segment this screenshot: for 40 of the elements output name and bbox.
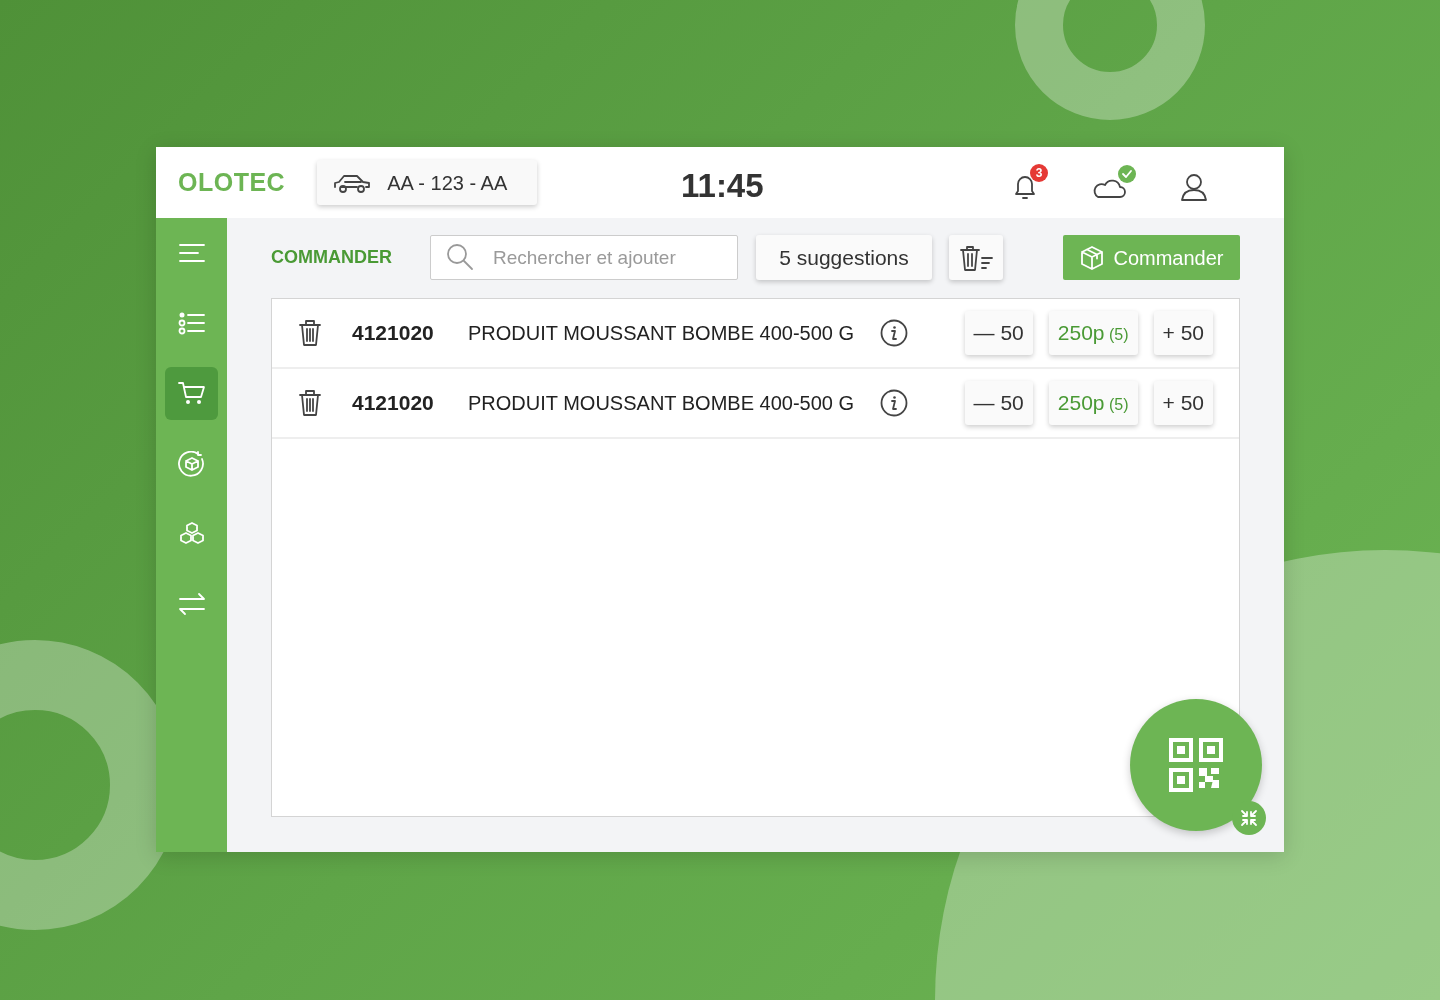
trash-icon (298, 389, 322, 417)
clock-time: 11:45 (681, 166, 764, 206)
quantity-button[interactable]: 250p (5) (1048, 381, 1138, 425)
collapse-icon (1240, 809, 1258, 827)
user-icon (1180, 173, 1208, 201)
product-name: PRODUIT MOUSSANT BOMBE 400-500 G (468, 321, 856, 346)
bell-icon (1012, 173, 1038, 201)
clear-list-button[interactable] (949, 235, 1003, 280)
sidebar-item[interactable] (165, 367, 218, 420)
page-title: COMMANDER (271, 246, 393, 269)
decrease-button[interactable]: — 50 (964, 311, 1033, 355)
delete-button[interactable] (298, 389, 322, 417)
increase-button[interactable]: + 50 (1153, 311, 1213, 355)
info-button[interactable] (880, 319, 908, 347)
list-icon (177, 310, 206, 337)
vehicle-plate: AA - 123 - AA (387, 170, 508, 196)
quantity-button[interactable]: 250p (5) (1048, 311, 1138, 355)
increase-button[interactable]: + 50 (1153, 381, 1213, 425)
notification-button[interactable]: 3 (1012, 164, 1048, 201)
cloud-button[interactable] (1092, 165, 1136, 200)
product-code: 4121020 (352, 320, 435, 347)
logo: OLOTEC (178, 166, 286, 198)
box-cycle-icon (177, 450, 206, 477)
trash-icon (298, 319, 322, 347)
cart-icon (177, 380, 206, 407)
trash-list-icon (958, 243, 994, 272)
info-icon (880, 389, 908, 417)
product-code: 4121020 (352, 390, 435, 417)
decrease-button[interactable]: — 50 (964, 381, 1033, 425)
qr-code-icon (1169, 738, 1223, 792)
info-icon (880, 319, 908, 347)
cubes-icon (177, 520, 206, 547)
box-icon (1079, 244, 1106, 271)
notification-count: 3 (1030, 164, 1048, 182)
delete-button[interactable] (298, 319, 322, 347)
info-button[interactable] (880, 389, 908, 417)
product-name: PRODUIT MOUSSANT BOMBE 400-500 G (468, 391, 856, 416)
suggestions-button[interactable]: 5 suggestions (756, 235, 932, 280)
search-field[interactable]: Rechercher et ajouter (430, 235, 738, 280)
arrows-icon (177, 590, 206, 617)
